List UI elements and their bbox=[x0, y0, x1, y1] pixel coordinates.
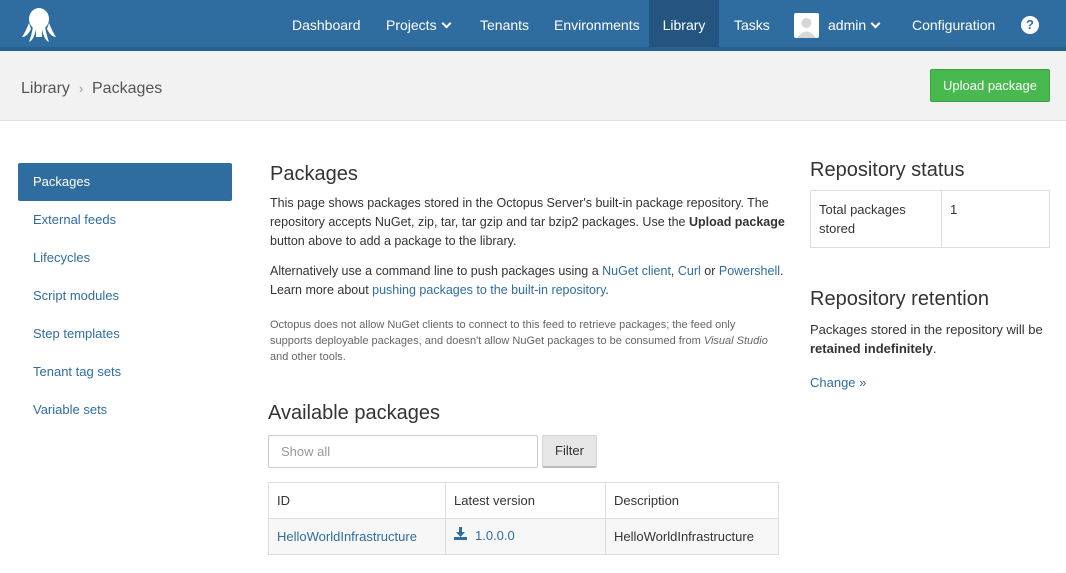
chevron-down-icon bbox=[441, 18, 452, 29]
nav-library[interactable]: Library bbox=[649, 0, 719, 47]
package-version-link[interactable]: 1.0.0.0 bbox=[475, 528, 515, 543]
retention-bold: retained indefinitely bbox=[810, 341, 933, 356]
alt-or: or bbox=[700, 264, 719, 278]
nav-tenants[interactable]: Tenants bbox=[480, 0, 529, 47]
octopus-logo-icon[interactable] bbox=[22, 7, 56, 43]
filter-button[interactable]: Filter bbox=[542, 435, 597, 468]
download-icon[interactable] bbox=[454, 526, 467, 543]
available-packages-title: Available packages bbox=[268, 402, 440, 424]
breadcrumb-library[interactable]: Library bbox=[21, 80, 70, 98]
nav-projects[interactable]: Projects bbox=[386, 0, 452, 47]
alt-comma: , bbox=[670, 264, 678, 278]
packages-table: ID Latest version Description HelloWorld… bbox=[268, 482, 779, 555]
nuget-note: Octopus does not allow NuGet clients to … bbox=[270, 317, 770, 365]
top-nav: Dashboard Projects Tenants Environments … bbox=[0, 0, 1066, 51]
nav-tasks[interactable]: Tasks bbox=[734, 0, 770, 47]
alt-text-3: . bbox=[605, 283, 609, 297]
help-icon[interactable]: ? bbox=[1021, 16, 1039, 34]
nuget-client-link[interactable]: NuGet client bbox=[602, 264, 671, 278]
page-title: Packages bbox=[270, 163, 358, 185]
sidebar-item-packages[interactable]: Packages bbox=[18, 163, 232, 201]
nav-projects-label: Projects bbox=[386, 17, 437, 33]
upload-package-button[interactable]: Upload package bbox=[930, 69, 1050, 102]
column-header-description: Description bbox=[605, 482, 779, 519]
package-version-cell: 1.0.0.0 bbox=[445, 518, 606, 555]
sidebar-item-lifecycles[interactable]: Lifecycles bbox=[18, 239, 232, 277]
nav-user-label: admin bbox=[828, 17, 867, 33]
note-italic: Visual Studio bbox=[703, 335, 768, 347]
nav-dashboard[interactable]: Dashboard bbox=[292, 0, 361, 47]
retention-text: Packages stored in the repository will b… bbox=[810, 320, 1055, 358]
table-header-row: ID Latest version Description bbox=[268, 482, 779, 519]
note-text-1: Octopus does not allow NuGet clients to … bbox=[270, 319, 736, 347]
nav-configuration[interactable]: Configuration bbox=[912, 0, 995, 47]
powershell-link[interactable]: Powershell bbox=[719, 264, 780, 278]
package-id-cell: HelloWorldInfrastructure bbox=[268, 518, 446, 555]
avatar-icon bbox=[794, 12, 819, 38]
repository-retention-title: Repository retention bbox=[810, 288, 989, 310]
alt-paragraph: Alternatively use a command line to push… bbox=[270, 262, 785, 300]
sidebar-item-step-templates[interactable]: Step templates bbox=[18, 315, 232, 353]
package-description-cell: HelloWorldInfrastructure bbox=[605, 518, 779, 555]
chevron-down-icon bbox=[870, 18, 881, 29]
package-search-input[interactable] bbox=[268, 435, 538, 468]
change-retention-link[interactable]: Change » bbox=[810, 375, 866, 390]
sidebar-item-script-modules[interactable]: Script modules bbox=[18, 277, 232, 315]
intro-bold: Upload package bbox=[688, 215, 785, 229]
sidebar-item-tenant-tag-sets[interactable]: Tenant tag sets bbox=[18, 353, 232, 391]
sidebar-item-variable-sets[interactable]: Variable sets bbox=[18, 391, 232, 429]
retention-text-2: . bbox=[932, 341, 937, 356]
curl-link[interactable]: Curl bbox=[678, 264, 701, 278]
alt-text-1: Alternatively use a command line to push… bbox=[270, 264, 603, 278]
column-header-id: ID bbox=[268, 482, 446, 519]
breadcrumb-packages: Packages bbox=[92, 80, 163, 97]
nav-environments[interactable]: Environments bbox=[554, 0, 640, 47]
sidebar-item-external-feeds[interactable]: External feeds bbox=[18, 201, 232, 239]
nav-user-menu[interactable]: admin bbox=[794, 0, 881, 47]
total-packages-label: Total packages stored bbox=[810, 190, 942, 248]
status-row: Total packages stored 1 bbox=[810, 190, 1050, 248]
package-id-link[interactable]: HelloWorldInfrastructure bbox=[277, 529, 417, 544]
retention-text-1: Packages stored in the repository will b… bbox=[810, 322, 1043, 337]
intro-paragraph: This page shows packages stored in the O… bbox=[270, 194, 785, 251]
total-packages-value: 1 bbox=[941, 190, 1050, 248]
table-row: HelloWorldInfrastructure 1.0.0.0 HelloWo… bbox=[268, 518, 779, 555]
push-packages-link[interactable]: pushing packages to the built-in reposit… bbox=[372, 283, 605, 297]
intro-text-2: button above to add a package to the lib… bbox=[270, 234, 517, 248]
column-header-latest-version: Latest version bbox=[445, 482, 606, 519]
repository-status-table: Total packages stored 1 bbox=[810, 190, 1050, 248]
breadcrumb-separator: › bbox=[79, 81, 84, 96]
repository-status-title: Repository status bbox=[810, 159, 965, 181]
note-text-2: and other tools. bbox=[270, 351, 346, 363]
breadcrumb: Library › Packages Upload package bbox=[0, 51, 1066, 121]
